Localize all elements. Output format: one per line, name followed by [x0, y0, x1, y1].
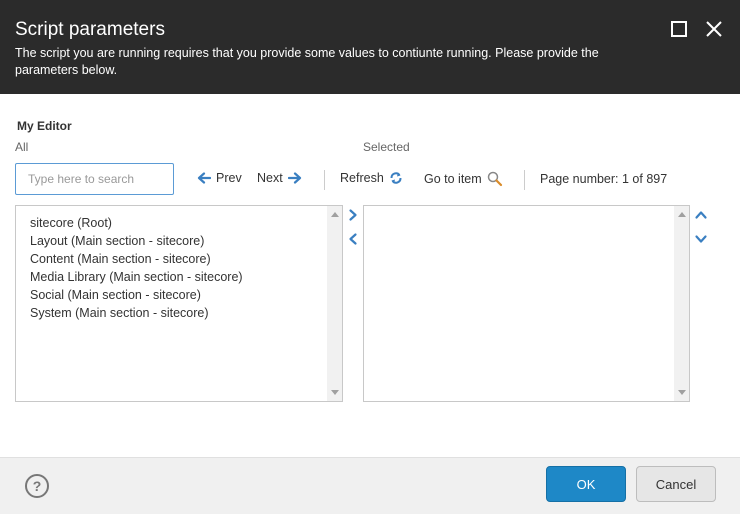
list-item[interactable]: sitecore (Root): [30, 214, 243, 232]
cancel-button[interactable]: Cancel: [636, 466, 716, 502]
dialog-title: Script parameters: [15, 19, 165, 40]
scroll-down-arrow-icon[interactable]: [331, 390, 339, 395]
go-to-item-button[interactable]: Go to item: [424, 171, 503, 187]
prev-label: Prev: [216, 171, 242, 185]
toolbar-divider: [324, 170, 325, 190]
refresh-button[interactable]: Refresh: [340, 171, 403, 185]
go-to-item-label: Go to item: [424, 172, 482, 186]
selected-label: Selected: [363, 140, 410, 154]
next-button[interactable]: Next: [257, 171, 302, 185]
refresh-label: Refresh: [340, 171, 384, 185]
next-label: Next: [257, 171, 283, 185]
list-item[interactable]: Media Library (Main section - sitecore): [30, 268, 243, 286]
selected-list-scrollbar[interactable]: [674, 206, 689, 401]
all-items-container: sitecore (Root) Layout (Main section - si…: [30, 214, 243, 322]
list-item[interactable]: Content (Main section - sitecore): [30, 250, 243, 268]
chevron-left-icon[interactable]: [346, 232, 360, 246]
chevron-right-icon[interactable]: [346, 208, 360, 222]
selected-items-list[interactable]: [363, 205, 690, 402]
toolbar-divider-2: [524, 170, 525, 190]
magnifier-icon: [487, 171, 502, 187]
dialog-header: Script parameters The script you are run…: [0, 0, 740, 94]
prev-button[interactable]: Prev: [197, 171, 242, 185]
chevron-down-icon[interactable]: [694, 232, 708, 246]
dialog-footer: [0, 457, 740, 514]
chevron-up-icon[interactable]: [694, 208, 708, 222]
list-item[interactable]: Layout (Main section - sitecore): [30, 232, 243, 250]
arrow-left-icon: [197, 172, 211, 184]
scroll-up-arrow-icon[interactable]: [331, 212, 339, 217]
ok-button[interactable]: OK: [546, 466, 626, 502]
refresh-icon: [390, 172, 402, 184]
all-items-list[interactable]: sitecore (Root) Layout (Main section - si…: [15, 205, 343, 402]
editor-label: My Editor: [17, 119, 72, 133]
maximize-icon[interactable]: [670, 20, 690, 40]
list-item[interactable]: Social (Main section - sitecore): [30, 286, 243, 304]
all-list-scrollbar[interactable]: [327, 206, 342, 401]
arrow-right-icon: [287, 172, 301, 184]
search-input[interactable]: [15, 163, 174, 195]
help-icon[interactable]: ?: [25, 474, 49, 498]
scroll-up-arrow-icon[interactable]: [678, 212, 686, 217]
dialog-subtitle: The script you are running requires that…: [15, 46, 599, 77]
close-icon[interactable]: [705, 20, 725, 40]
scroll-down-arrow-icon[interactable]: [678, 390, 686, 395]
list-item[interactable]: System (Main section - sitecore): [30, 304, 243, 322]
page-number: Page number: 1 of 897: [540, 172, 668, 186]
all-label: All: [15, 140, 29, 154]
